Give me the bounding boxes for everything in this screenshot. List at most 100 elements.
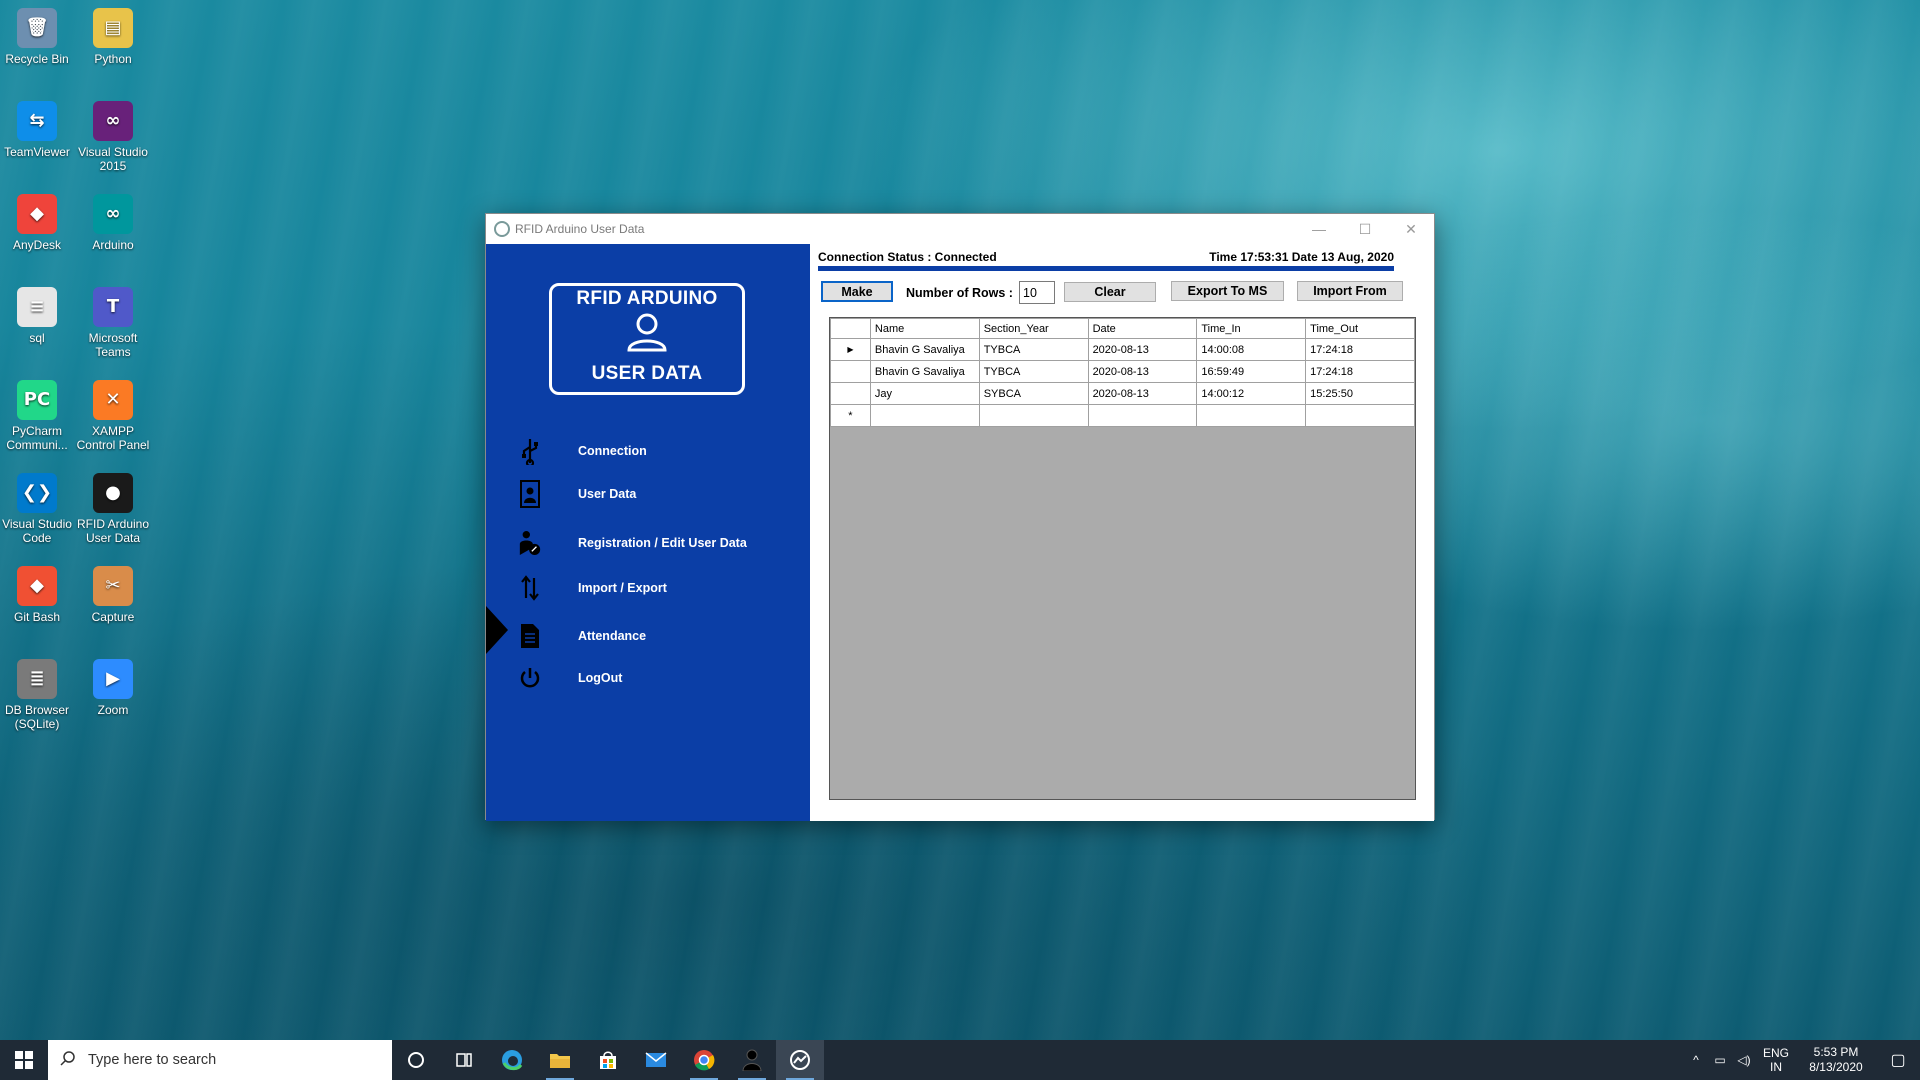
lang-top: ENG (1762, 1046, 1789, 1060)
system-clock[interactable]: 5:53 PM 8/13/2020 (1796, 1045, 1876, 1075)
desktop-icon-label: AnyDesk (12, 238, 62, 252)
clock-date: 8/13/2020 (1809, 1060, 1863, 1074)
clear-button[interactable]: Clear (1064, 282, 1156, 302)
start-button[interactable] (0, 1040, 48, 1080)
nav-connection[interactable]: Connection (486, 433, 810, 469)
column-header[interactable]: Time_Out (1305, 318, 1415, 339)
search-placeholder: Type here to search (88, 1052, 217, 1068)
nav-import-export[interactable]: Import / Export (486, 570, 810, 606)
task-view-icon[interactable] (440, 1040, 488, 1080)
edge-icon[interactable] (488, 1040, 536, 1080)
table-cell[interactable]: 2020-08-13 (1087, 382, 1198, 405)
table-row[interactable]: Jay SYBCA 2020-08-13 14:00:12 15:25:50 (830, 382, 1415, 405)
volume-icon[interactable]: ◁) (1732, 1053, 1756, 1067)
desktop-icon[interactable]: ⇆ TeamViewer (0, 101, 77, 159)
table-cell[interactable] (869, 404, 980, 427)
table-cell[interactable]: Bhavin G Savaliya (869, 338, 980, 361)
title-bar[interactable]: RFID Arduino User Data — ☐ ✕ (486, 214, 1434, 244)
data-table: Name Section_Year Date Time_In Time_Out … (830, 318, 1415, 427)
row-header[interactable] (830, 382, 871, 405)
table-cell[interactable]: 17:24:18 (1305, 338, 1415, 361)
desktop-icon[interactable]: ∞ Visual Studio 2015 (73, 101, 153, 173)
table-cell[interactable]: 14:00:08 (1196, 338, 1307, 361)
rfid-app-icon[interactable] (776, 1040, 824, 1080)
desktop-icon[interactable]: T Microsoft Teams (73, 287, 153, 359)
nav-attendance[interactable]: Attendance (486, 618, 810, 654)
desktop-icon[interactable]: ✂ Capture (73, 566, 153, 624)
taskbar-search[interactable]: Type here to search (48, 1040, 392, 1080)
table-cell[interactable] (1196, 404, 1307, 427)
row-header[interactable] (830, 360, 871, 383)
import-button[interactable]: Import From (1297, 281, 1403, 301)
row-header-corner (830, 318, 871, 339)
vscode-icon: ❮❯ (17, 473, 57, 513)
make-button[interactable]: Make (821, 281, 893, 302)
network-icon[interactable]: ▭ (1708, 1053, 1732, 1067)
table-cell[interactable]: SYBCA (978, 382, 1089, 405)
desktop-icon[interactable]: 🗑 Recycle Bin (0, 8, 77, 66)
desktop-icon[interactable]: ✕ XAMPP Control Panel (73, 380, 153, 452)
data-grid[interactable]: Name Section_Year Date Time_In Time_Out … (829, 317, 1416, 800)
nav-user-data[interactable]: User Data (486, 476, 810, 512)
desktop-icon[interactable]: ◆ AnyDesk (0, 194, 77, 252)
system-tray: ^ ▭ ◁) ENG IN 5:53 PM 8/13/2020 ▢ (1684, 1040, 1920, 1080)
table-cell[interactable]: TYBCA (978, 360, 1089, 383)
table-row[interactable]: ▶ Bhavin G Savaliya TYBCA 2020-08-13 14:… (830, 338, 1415, 361)
column-header[interactable]: Name (869, 318, 980, 339)
close-button[interactable]: ✕ (1388, 214, 1434, 244)
logo-title: RFID ARDUINO (576, 288, 718, 309)
table-cell[interactable]: 2020-08-13 (1087, 338, 1198, 361)
desktop-icon[interactable]: PC PyCharm Communi... (0, 380, 77, 452)
desktop-icon[interactable]: ● RFID Arduino User Data (73, 473, 153, 545)
store-icon[interactable] (584, 1040, 632, 1080)
maximize-button[interactable]: ☐ (1342, 214, 1388, 244)
table-cell[interactable] (978, 404, 1089, 427)
nav-label: Attendance (578, 629, 647, 643)
desktop-icon[interactable]: ∞ Arduino (73, 194, 153, 252)
desktop-icon[interactable]: ◆ Git Bash (0, 566, 77, 624)
rows-input[interactable] (1019, 281, 1055, 304)
column-header[interactable]: Date (1087, 318, 1198, 339)
table-cell[interactable]: Bhavin G Savaliya (869, 360, 980, 383)
desktop-icon-label: PyCharm Communi... (6, 424, 68, 452)
capture-icon: ✂ (93, 566, 133, 606)
usb-icon (518, 436, 542, 466)
table-cell[interactable]: 14:00:12 (1196, 382, 1307, 405)
language-indicator[interactable]: ENG IN (1756, 1046, 1796, 1074)
notification-icon[interactable]: ▢ (1876, 1050, 1920, 1070)
app-logo: RFID ARDUINO USER DATA (549, 283, 745, 395)
lang-bottom: IN (1770, 1060, 1782, 1074)
teams-icon: T (93, 287, 133, 327)
table-cell[interactable]: 15:25:50 (1305, 382, 1415, 405)
table-cell[interactable] (1087, 404, 1198, 427)
desktop-icon[interactable]: ≣ DB Browser (SQLite) (0, 659, 77, 731)
nav-registration[interactable]: Registration / Edit User Data (486, 525, 810, 561)
column-header[interactable]: Time_In (1196, 318, 1307, 339)
table-cell[interactable]: 16:59:49 (1196, 360, 1307, 383)
chevron-up-icon[interactable]: ^ (1684, 1053, 1708, 1067)
user-silhouette-icon[interactable] (728, 1040, 776, 1080)
desktop-icon[interactable]: ▤ Python (73, 8, 153, 66)
table-cell[interactable]: TYBCA (978, 338, 1089, 361)
export-button[interactable]: Export To MS (1171, 281, 1284, 301)
new-row[interactable]: * (830, 404, 1415, 427)
desktop-icon[interactable]: ≡ sql (0, 287, 77, 345)
file-explorer-icon[interactable] (536, 1040, 584, 1080)
table-cell[interactable]: 17:24:18 (1305, 360, 1415, 383)
current-row-marker[interactable]: ▶ (830, 338, 871, 361)
search-icon (60, 1050, 76, 1070)
nav-logout[interactable]: LogOut (486, 660, 810, 696)
desktop-icon[interactable]: ❮❯ Visual Studio Code (0, 473, 77, 545)
cortana-circle-icon[interactable] (392, 1040, 440, 1080)
taskbar: Type here to search ^ ▭ ◁) ENG IN 5:53 P… (0, 1040, 1920, 1080)
column-header[interactable]: Section_Year (978, 318, 1089, 339)
table-cell[interactable] (1305, 404, 1415, 427)
minimize-button[interactable]: — (1296, 214, 1342, 244)
table-cell[interactable]: Jay (869, 382, 980, 405)
chrome-icon[interactable] (680, 1040, 728, 1080)
new-row-marker[interactable]: * (830, 404, 871, 427)
desktop-icon[interactable]: ▶ Zoom (73, 659, 153, 717)
table-row[interactable]: Bhavin G Savaliya TYBCA 2020-08-13 16:59… (830, 360, 1415, 383)
mail-icon[interactable] (632, 1040, 680, 1080)
table-cell[interactable]: 2020-08-13 (1087, 360, 1198, 383)
